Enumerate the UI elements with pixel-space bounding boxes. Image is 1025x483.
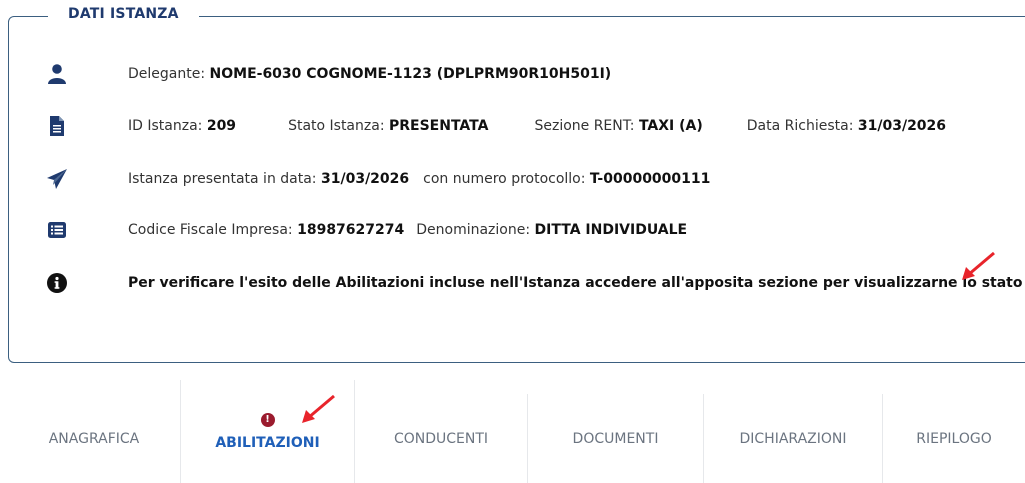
tab-anagrafica[interactable]: ANAGRAFICA [8,394,180,483]
protocollo-value: T-00000000111 [589,171,711,187]
annotation-arrow-icon [962,251,995,280]
delegante-row: Delegante: NOME-6030 COGNOME-1123 (DPLPR… [46,63,611,85]
error-badge-icon: ! [260,412,275,427]
impresa-row: Codice Fiscale Impresa: 18987627274 Deno… [46,219,687,241]
delegante-label: Delegante: [128,66,206,82]
tab-label: DICHIARAZIONI [739,430,847,447]
stato-istanza-value: PRESENTATA [388,118,489,134]
stato-istanza-label: Stato Istanza: [288,118,385,134]
tab-abilitazioni[interactable]: ! ABILITAZIONI [180,380,355,483]
abilitazioni-info-text: Per verificare l'esito delle Abilitazion… [128,275,1023,291]
tab-label: ANAGRAFICA [48,430,140,447]
user-icon [46,63,68,85]
sezione-rent-label: Sezione RENT: [534,118,635,134]
tab-label: DOCUMENTI [572,430,659,447]
tab-bar: ANAGRAFICA ! ABILITAZIONI CONDUCENTI DOC… [8,380,1025,483]
denominazione-value: DITTA INDIVIDUALE [534,222,688,238]
denominazione-label: Denominazione: [416,222,531,238]
id-istanza-value: 209 [206,118,237,134]
codice-fiscale-label: Codice Fiscale Impresa: [128,222,293,238]
id-istanza-label: ID Istanza: [128,118,203,134]
sezione-rent-value: TAXI (A) [638,118,703,134]
info-row: Per verificare l'esito delle Abilitazion… [46,272,1023,294]
info-icon [46,272,68,294]
tab-dichiarazioni[interactable]: DICHIARAZIONI [703,394,882,483]
protocollo-label: con numero protocollo: [423,171,586,187]
tab-conducenti[interactable]: CONDUCENTI [355,394,527,483]
data-richiesta-label: Data Richiesta: [746,118,854,134]
presentazione-row: Istanza presentata in data: 31/03/2026 c… [46,168,710,190]
document-icon [46,115,68,137]
delegante-value: NOME-6030 COGNOME-1123 (DPLPRM90R10H501I… [209,66,612,82]
tab-riepilogo[interactable]: RIEPILOGO [882,394,1025,483]
list-icon [46,219,68,241]
data-richiesta-value: 31/03/2026 [857,118,947,134]
tab-label: CONDUCENTI [393,430,489,447]
paper-plane-icon [46,168,68,190]
istanza-info-row: ID Istanza: 209 Stato Istanza: PRESENTAT… [46,115,946,137]
tab-label: RIEPILOGO [916,430,992,447]
presentata-label: Istanza presentata in data: [128,171,317,187]
tab-documenti[interactable]: DOCUMENTI [527,394,703,483]
tab-label: ABILITAZIONI [215,434,320,451]
presentata-value: 31/03/2026 [320,171,410,187]
section-title: DATI ISTANZA [48,6,199,22]
codice-fiscale-value: 18987627274 [297,222,405,238]
